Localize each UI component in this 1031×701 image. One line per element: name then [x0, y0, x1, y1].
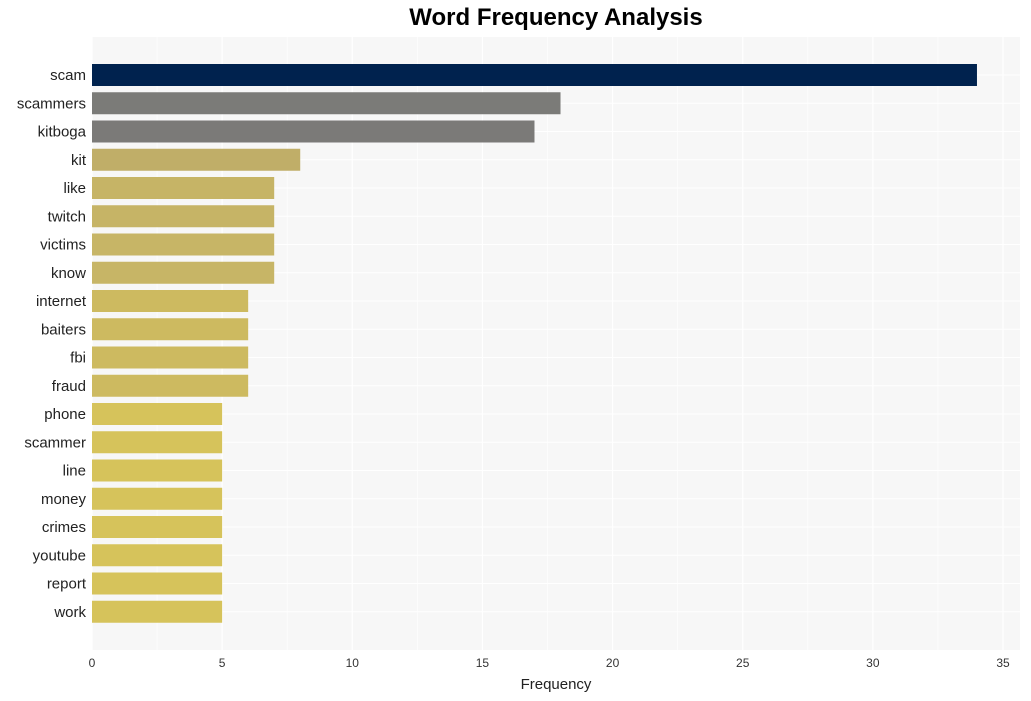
bar-victims	[92, 233, 275, 256]
bar-money	[92, 487, 223, 510]
category-label-kitboga: kitboga	[38, 124, 87, 141]
bar-youtube	[92, 544, 223, 567]
x-tick-label: 35	[996, 656, 1010, 670]
category-label-victims: victims	[40, 237, 86, 254]
x-tick-label: 10	[346, 656, 360, 670]
bar-scammer	[92, 431, 223, 454]
bar-like	[92, 177, 275, 199]
category-label-know: know	[51, 265, 86, 282]
x-tick-label: 25	[736, 656, 750, 670]
category-label-scam: scam	[50, 67, 86, 84]
category-label-twitch: twitch	[48, 208, 86, 225]
x-tick-label: 0	[89, 656, 96, 670]
category-label-fbi: fbi	[70, 350, 86, 367]
bar-twitch	[92, 205, 275, 228]
bar-know	[92, 261, 275, 284]
bar-fraud	[92, 374, 249, 397]
category-labels: scam scammers kitboga kit like twitch victims k…	[17, 67, 87, 621]
category-label-report: report	[47, 576, 87, 593]
x-tick-label: 20	[606, 656, 620, 670]
bar-kitboga	[92, 120, 535, 143]
category-label-internet: internet	[36, 293, 87, 310]
bar-line	[92, 459, 223, 482]
category-label-youtube: youtube	[33, 547, 86, 564]
bar-kit	[92, 148, 301, 171]
bar-fbi	[92, 346, 249, 369]
x-tick-labels: 0 5 10 15 20 25 30 35	[89, 656, 1010, 670]
bar-chart: scam scammers kitboga kit like twitch victims k…	[17, 37, 1020, 693]
bar-internet	[92, 290, 249, 312]
bar-phone	[92, 403, 223, 425]
category-label-phone: phone	[44, 406, 86, 423]
category-label-like: like	[63, 180, 86, 197]
bar-baiters	[92, 318, 249, 341]
category-label-scammers: scammers	[17, 95, 86, 112]
x-axis-title: Frequency	[521, 676, 592, 693]
category-label-money: money	[41, 491, 87, 508]
category-label-line: line	[63, 463, 86, 480]
category-label-work: work	[53, 604, 86, 621]
category-label-kit: kit	[71, 152, 87, 169]
bar-report	[92, 572, 223, 595]
category-label-crimes: crimes	[42, 519, 86, 536]
bar-crimes	[92, 516, 223, 538]
category-label-scammer: scammer	[24, 434, 86, 451]
x-tick-label: 30	[866, 656, 880, 670]
bar-scam	[92, 64, 977, 86]
bar-scammers	[92, 92, 561, 115]
category-label-baiters: baiters	[41, 321, 86, 338]
x-tick-label: 5	[219, 656, 226, 670]
bar-work	[92, 600, 223, 623]
category-label-fraud: fraud	[52, 378, 86, 395]
x-tick-label: 15	[476, 656, 490, 670]
